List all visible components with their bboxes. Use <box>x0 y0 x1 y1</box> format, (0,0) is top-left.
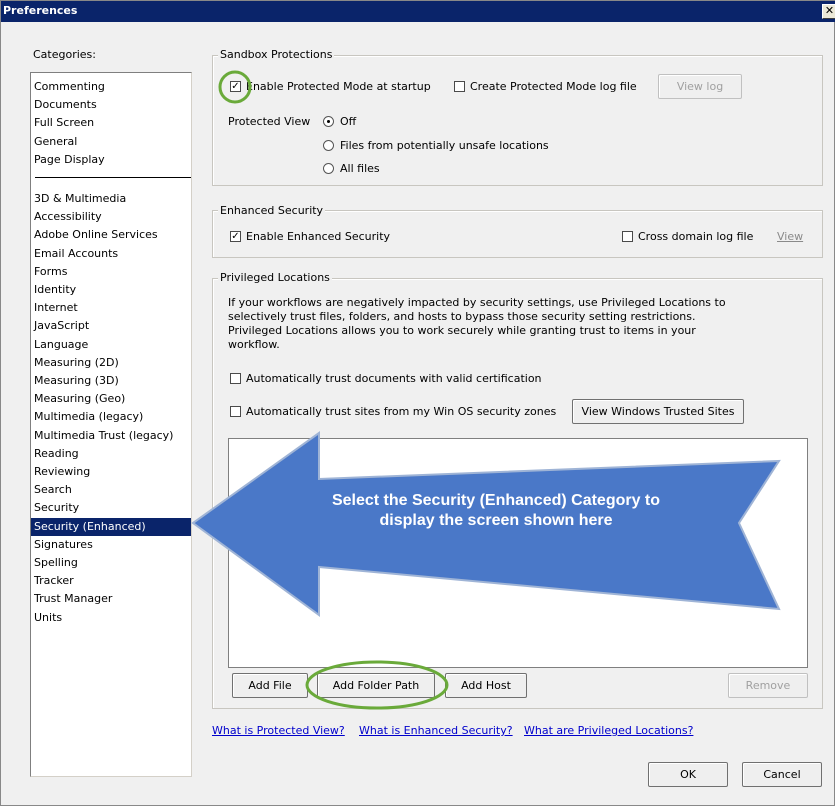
checkbox-highlight-circle <box>218 70 252 104</box>
preferences-window: Preferences ✕ Categories: Commenting Docu… <box>0 0 835 806</box>
add-folder-highlight-circle <box>305 660 449 710</box>
callout-overlay <box>191 70 781 710</box>
callout-text: Select the Security (Enhanced) Category … <box>331 492 661 529</box>
